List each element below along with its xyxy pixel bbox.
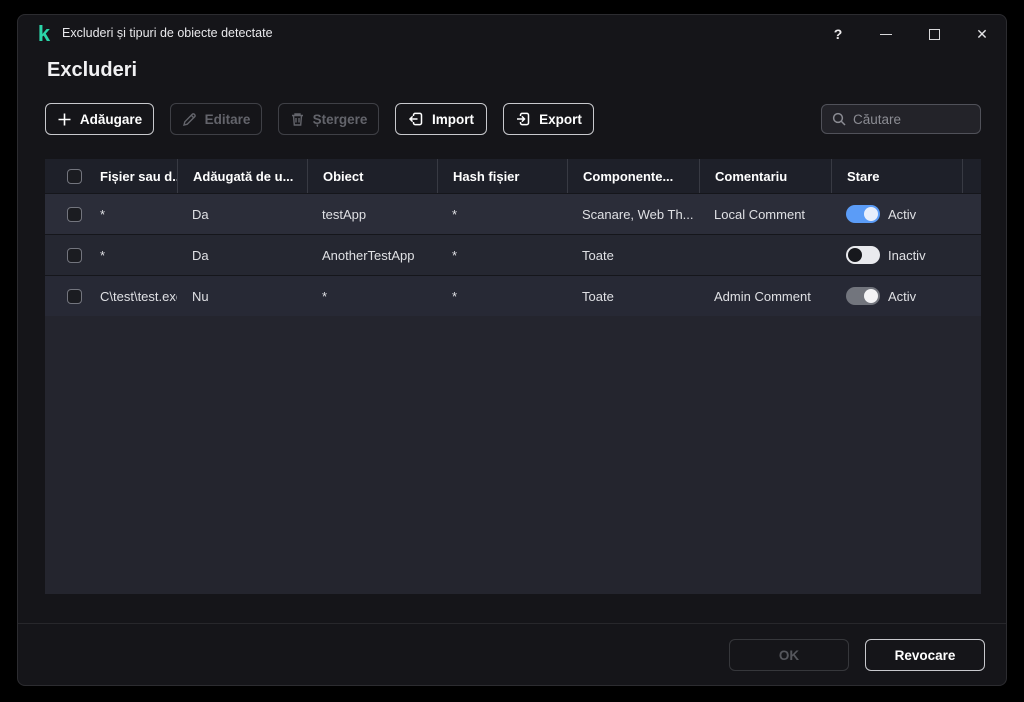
cell-state: Activ [831,194,962,234]
table-row[interactable]: C\test\test.exe Nu * * Toate Admin Comme… [45,275,981,316]
edit-button[interactable]: Editare [170,103,262,135]
table-header-row: Fișier sau d... Adăugată de u... Obiect … [45,159,981,193]
cell-spacer [962,276,981,316]
exclusions-table: Fișier sau d... Adăugată de u... Obiect … [45,159,981,594]
titlebar: k Excluderi și tipuri de obiecte detecta… [18,15,1006,53]
col-header-state[interactable]: Stare [831,159,962,193]
cell-components: Scanare, Web Th... [567,194,699,234]
search-icon [832,112,846,126]
col-header-hash[interactable]: Hash fișier [437,159,567,193]
export-icon [515,111,531,127]
minimize-button[interactable] [872,19,900,49]
plus-icon [57,112,72,127]
cell-added-by-user: Da [177,235,307,275]
desktop-background: k Excluderi și tipuri de obiecte detecta… [0,0,1024,702]
cell-comment: Local Comment [699,194,831,234]
col-header-comment[interactable]: Comentariu [699,159,831,193]
delete-button[interactable]: Ștergere [278,103,379,135]
cell-hash: * [437,235,567,275]
kaspersky-logo: k [33,22,55,46]
cell-object: AnotherTestApp [307,235,437,275]
col-header-components[interactable]: Componente... [567,159,699,193]
add-button[interactable]: Adăugare [45,103,154,135]
col-header-file[interactable]: Fișier sau d... [85,159,177,193]
row-checkbox[interactable] [67,289,82,304]
state-label: Activ [888,289,916,304]
maximize-button[interactable] [920,19,948,49]
row-checkbox[interactable] [67,248,82,263]
state-toggle[interactable] [846,246,880,264]
minimize-icon [880,34,892,35]
table-row[interactable]: * Da AnotherTestApp * Toate Inactiv [45,234,981,275]
help-icon: ? [834,26,843,42]
toggle-knob [848,248,862,262]
state-label: Inactiv [888,248,926,263]
cell-spacer [962,194,981,234]
help-button[interactable]: ? [824,19,852,49]
close-icon: ✕ [976,26,988,43]
cell-file: C\test\test.exe [85,276,177,316]
cell-state: Inactiv [831,235,962,275]
page-title: Excluderi [47,59,137,82]
state-toggle[interactable] [846,287,880,305]
app-window: k Excluderi și tipuri de obiecte detecta… [17,14,1007,686]
toggle-knob [864,289,878,303]
cell-object: testApp [307,194,437,234]
table-row[interactable]: * Da testApp * Scanare, Web Th... Local … [45,193,981,234]
state-label: Activ [888,207,916,222]
cell-spacer [962,235,981,275]
cell-added-by-user: Da [177,194,307,234]
import-button[interactable]: Import [395,103,487,135]
cell-comment: Admin Comment [699,276,831,316]
col-header-spacer [962,159,981,193]
row-checkbox[interactable] [67,207,82,222]
cancel-button[interactable]: Revocare [865,639,985,671]
pencil-icon [182,112,197,127]
window-title: Excluderi și tipuri de obiecte detectate [62,26,273,40]
toggle-knob [864,207,878,221]
cell-file: * [85,194,177,234]
ok-button[interactable]: OK [729,639,849,671]
select-all-checkbox[interactable] [67,169,82,184]
search-input[interactable] [853,112,970,127]
maximize-icon [929,29,940,40]
export-button[interactable]: Export [503,103,594,135]
cell-object: * [307,276,437,316]
state-toggle[interactable] [846,205,880,223]
cell-file: * [85,235,177,275]
cell-added-by-user: Nu [177,276,307,316]
search-box[interactable] [821,104,981,134]
close-button[interactable]: ✕ [968,19,996,49]
cell-components: Toate [567,235,699,275]
import-icon [408,111,424,127]
cell-comment [699,235,831,275]
cell-state: Activ [831,276,962,316]
cell-components: Toate [567,276,699,316]
col-header-object[interactable]: Obiect [307,159,437,193]
footer-divider [18,623,1006,624]
window-controls: ? ✕ [804,19,996,49]
trash-icon [290,112,305,127]
col-header-added-by-user[interactable]: Adăugată de u... [177,159,307,193]
cell-hash: * [437,276,567,316]
cell-hash: * [437,194,567,234]
